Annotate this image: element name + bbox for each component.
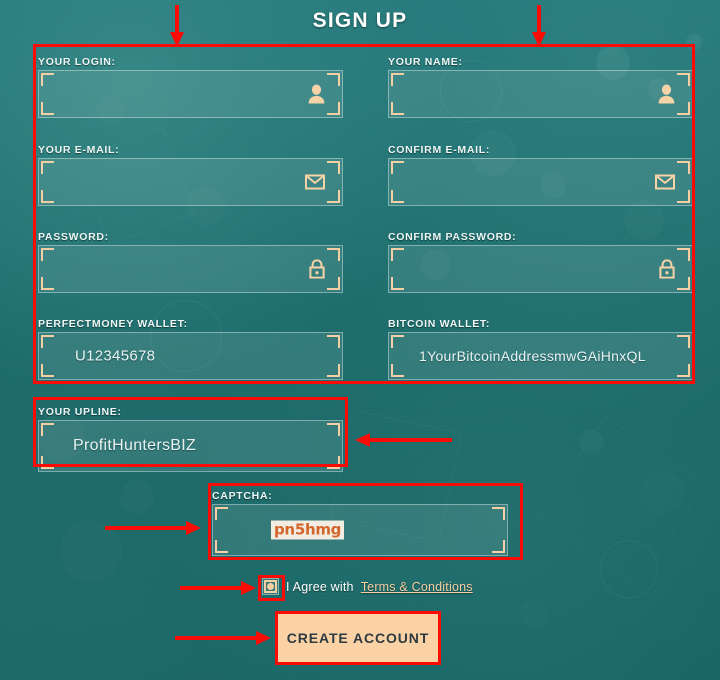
corner-bracket: [41, 248, 54, 261]
corner-bracket: [41, 102, 54, 115]
field-label: BITCOIN WALLET:: [388, 318, 491, 330]
field-label: YOUR NAME:: [388, 56, 463, 68]
field-login: YOUR LOGIN:: [38, 56, 343, 118]
field-label: PERFECTMONEY WALLET:: [38, 318, 188, 330]
user-icon: [308, 84, 325, 104]
lock-icon: [309, 259, 325, 279]
corner-bracket: [327, 335, 340, 348]
signup-page: SIGN UP YOUR LOGIN: YOUR NAME: YOUR E-MA…: [0, 0, 720, 680]
password-input[interactable]: [38, 245, 343, 293]
corner-bracket: [391, 364, 404, 377]
corner-bracket: [327, 190, 340, 203]
field-label: YOUR LOGIN:: [38, 56, 116, 68]
perfectmoney-wallet-input[interactable]: U12345678: [38, 332, 343, 380]
corner-bracket: [391, 248, 404, 261]
corner-bracket: [677, 102, 690, 115]
corner-bracket: [327, 73, 340, 86]
corner-bracket: [41, 73, 54, 86]
input-value: U12345678: [75, 347, 156, 365]
create-account-button[interactable]: CREATE ACCOUNT: [277, 613, 439, 663]
field-confirm-password: CONFIRM PASSWORD:: [388, 231, 693, 293]
corner-bracket: [327, 423, 340, 436]
corner-bracket: [391, 102, 404, 115]
corner-bracket: [492, 507, 505, 520]
corner-bracket: [327, 364, 340, 377]
field-label: CAPTCHA:: [212, 490, 273, 502]
corner-bracket: [327, 248, 340, 261]
corner-bracket: [677, 277, 690, 290]
terms-and-conditions-link[interactable]: Terms & Conditions: [361, 580, 473, 594]
field-password: PASSWORD:: [38, 231, 343, 293]
corner-bracket: [327, 161, 340, 174]
corner-bracket: [41, 277, 54, 290]
corner-bracket: [41, 364, 54, 377]
agree-checkbox[interactable]: [262, 578, 279, 595]
corner-bracket: [492, 540, 505, 553]
page-title: SIGN UP: [312, 9, 408, 32]
corner-bracket: [677, 73, 690, 86]
corner-bracket: [677, 161, 690, 174]
corner-bracket: [391, 73, 404, 86]
corner-bracket: [327, 277, 340, 290]
corner-bracket: [391, 190, 404, 203]
field-label: CONFIRM PASSWORD:: [388, 231, 517, 243]
field-perfectmoney-wallet: PERFECTMONEY WALLET: U12345678: [38, 318, 343, 380]
lock-icon: [659, 259, 675, 279]
corner-bracket: [41, 423, 54, 436]
envelope-icon: [655, 174, 675, 190]
corner-bracket: [41, 335, 54, 348]
field-confirm-email: CONFIRM E-MAIL:: [388, 144, 693, 206]
confirm-email-input[interactable]: [388, 158, 693, 206]
name-input[interactable]: [388, 70, 693, 118]
login-input[interactable]: [38, 70, 343, 118]
user-icon: [658, 84, 675, 104]
confirm-password-input[interactable]: [388, 245, 693, 293]
field-label: PASSWORD:: [38, 231, 109, 243]
input-value: 1YourBitcoinAddressmwGAiHnxQL: [419, 348, 646, 364]
field-label: CONFIRM E-MAIL:: [388, 144, 491, 156]
field-label: YOUR UPLINE:: [38, 406, 122, 418]
corner-bracket: [41, 161, 54, 174]
corner-bracket: [327, 102, 340, 115]
field-email: YOUR E-MAIL:: [38, 144, 343, 206]
captcha-image: pn5hmg: [271, 520, 345, 540]
corner-bracket: [391, 335, 404, 348]
corner-bracket: [677, 190, 690, 203]
corner-bracket: [391, 161, 404, 174]
corner-bracket: [327, 456, 340, 469]
email-input[interactable]: [38, 158, 343, 206]
corner-bracket: [391, 277, 404, 290]
corner-bracket: [677, 248, 690, 261]
corner-bracket: [215, 507, 228, 520]
agree-label: I Agree with: [286, 579, 354, 594]
agree-row: I Agree with Terms & Conditions: [262, 578, 473, 595]
bitcoin-wallet-input[interactable]: 1YourBitcoinAddressmwGAiHnxQL: [388, 332, 693, 380]
corner-bracket: [41, 456, 54, 469]
checkbox-checked-dot: [267, 583, 274, 590]
input-value: ProfitHuntersBIZ: [73, 437, 197, 454]
field-captcha: CAPTCHA: pn5hmg: [212, 490, 508, 556]
corner-bracket: [677, 335, 690, 348]
corner-bracket: [677, 364, 690, 377]
field-upline: YOUR UPLINE: ProfitHuntersBIZ: [38, 406, 343, 472]
captcha-input[interactable]: pn5hmg: [212, 504, 508, 556]
upline-input[interactable]: ProfitHuntersBIZ: [38, 420, 343, 472]
field-label: YOUR E-MAIL:: [38, 144, 120, 156]
envelope-icon: [305, 174, 325, 190]
field-name: YOUR NAME:: [388, 56, 693, 118]
corner-bracket: [41, 190, 54, 203]
corner-bracket: [215, 540, 228, 553]
field-bitcoin-wallet: BITCOIN WALLET: 1YourBitcoinAddressmwGAi…: [388, 318, 693, 380]
